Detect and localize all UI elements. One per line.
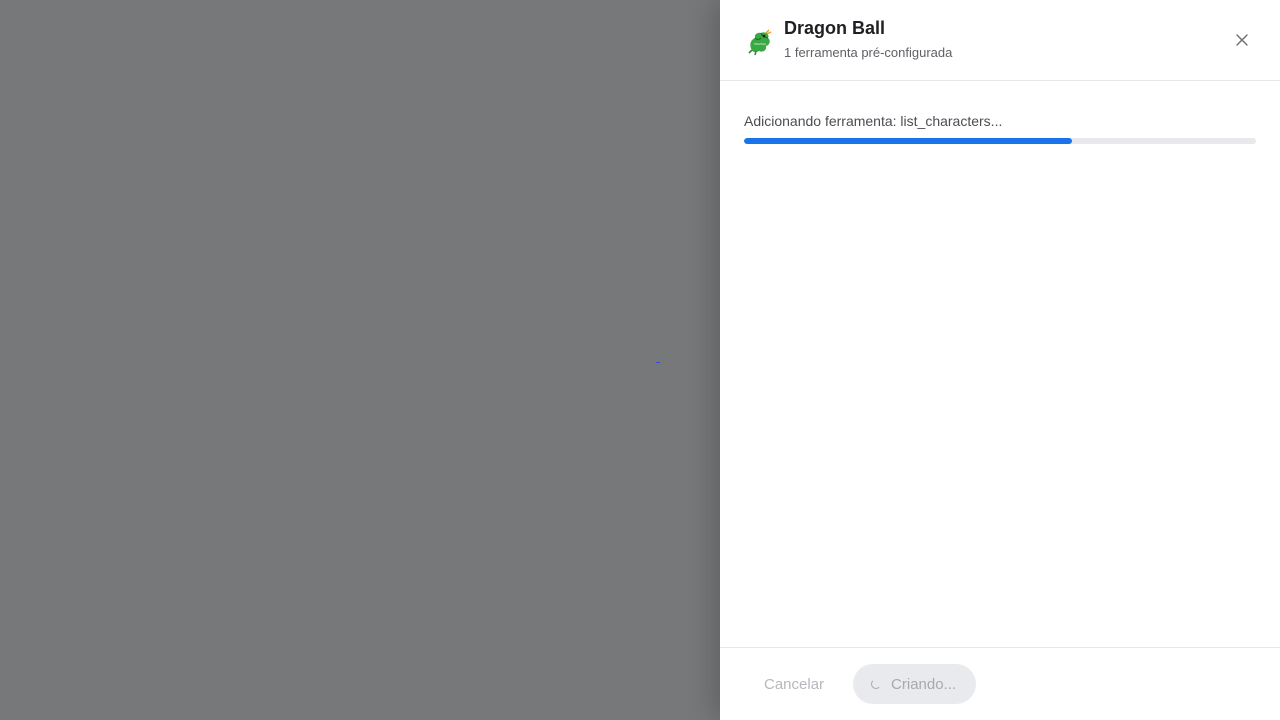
backdrop-artifact — [656, 362, 660, 363]
progress-bar-fill — [744, 138, 1072, 144]
close-icon[interactable] — [1232, 30, 1252, 50]
spinner-icon — [871, 679, 882, 689]
progress-status-text: Adicionando ferramenta: list_characters.… — [744, 113, 1003, 129]
create-tool-drawer: Dragon Ball 1 ferramenta pré-configurada… — [720, 0, 1280, 720]
drawer-title-block: Dragon Ball 1 ferramenta pré-configurada — [784, 16, 952, 61]
drawer-body: Adicionando ferramenta: list_characters.… — [720, 81, 1280, 647]
create-button[interactable]: Criando... — [853, 664, 977, 704]
dragon-icon — [744, 26, 776, 58]
progress-bar — [744, 138, 1256, 144]
drawer-footer: Cancelar Criando... — [720, 647, 1280, 720]
cancel-button[interactable]: Cancelar — [744, 664, 844, 704]
drawer-title: Dragon Ball — [784, 18, 886, 38]
drawer-header: Dragon Ball 1 ferramenta pré-configurada — [720, 0, 1280, 81]
drawer-subtitle: 1 ferramenta pré-configurada — [784, 45, 953, 60]
modal-backdrop[interactable] — [0, 0, 720, 720]
create-button-label: Criando... — [891, 675, 957, 693]
